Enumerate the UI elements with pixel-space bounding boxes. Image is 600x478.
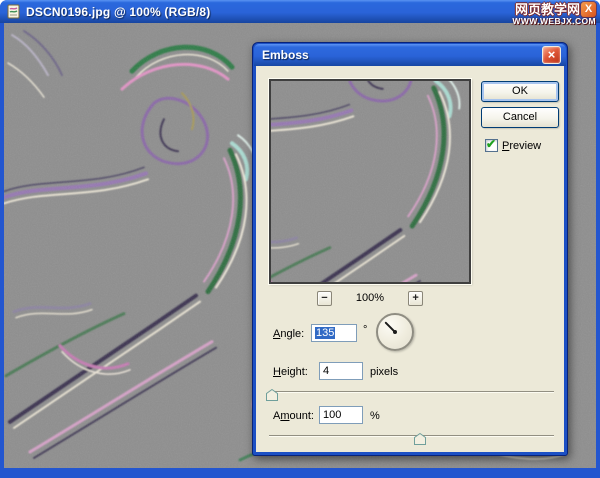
angle-value-selected: 135: [315, 327, 336, 339]
zoom-out-button[interactable]: −: [316, 290, 332, 306]
checkmark-icon: ✔: [486, 137, 497, 151]
amount-slider-track[interactable]: [269, 435, 554, 437]
window-titlebar[interactable]: DSCN0196.jpg @ 100% (RGB/8): [0, 0, 600, 23]
ok-button[interactable]: OK: [481, 81, 559, 102]
angle-unit: °: [363, 324, 368, 336]
height-label: Height:: [273, 366, 308, 378]
zoom-level: 100%: [355, 292, 385, 304]
zoom-in-button[interactable]: +: [408, 290, 424, 306]
document-window: DSCN0196.jpg @ 100% (RGB/8) 网页教学网 X www.…: [0, 0, 600, 478]
dialog-body: − 100% + Angle: 135 ° Height: 4 pixels A…: [256, 66, 564, 452]
cancel-button[interactable]: Cancel: [481, 107, 559, 128]
amount-unit: %: [370, 410, 380, 422]
file-icon: [6, 4, 21, 19]
height-unit: pixels: [370, 366, 399, 378]
amount-slider[interactable]: [269, 432, 554, 446]
watermark-site-name: 网页教学网: [514, 1, 580, 17]
watermark: 网页教学网 X www.webjx.com: [512, 2, 596, 26]
amount-slider-thumb[interactable]: [414, 432, 427, 445]
emboss-dialog: Emboss × − 100% + Angle: 135 ° Height: 4…: [252, 42, 568, 456]
dialog-titlebar[interactable]: Emboss ×: [254, 44, 566, 66]
height-input[interactable]: 4: [319, 362, 363, 380]
amount-label: Amount:: [273, 410, 314, 422]
preview-checkbox-label: Preview: [502, 139, 542, 152]
preview-zoom-controls: − 100% +: [269, 290, 471, 306]
angle-input[interactable]: 135: [311, 324, 357, 342]
amount-input[interactable]: 100: [319, 406, 363, 424]
window-title: DSCN0196.jpg @ 100% (RGB/8): [26, 4, 211, 19]
height-slider-thumb[interactable]: [265, 388, 278, 401]
angle-dial-center: [393, 330, 397, 334]
height-slider[interactable]: [265, 388, 554, 402]
watermark-logo-icon: X: [581, 2, 596, 17]
preview-checkbox[interactable]: ✔: [485, 137, 498, 152]
angle-label: Angle:: [273, 328, 305, 340]
watermark-url: www.webjx.com: [512, 16, 596, 26]
angle-dial[interactable]: [376, 313, 414, 351]
dialog-title: Emboss: [262, 48, 309, 62]
preview-checkbox-row[interactable]: ✔ Preview: [485, 137, 542, 152]
close-icon[interactable]: ×: [542, 46, 561, 64]
height-slider-track[interactable]: [269, 391, 554, 393]
filter-preview-image[interactable]: [269, 79, 471, 284]
preview-emboss-image: [271, 81, 469, 282]
